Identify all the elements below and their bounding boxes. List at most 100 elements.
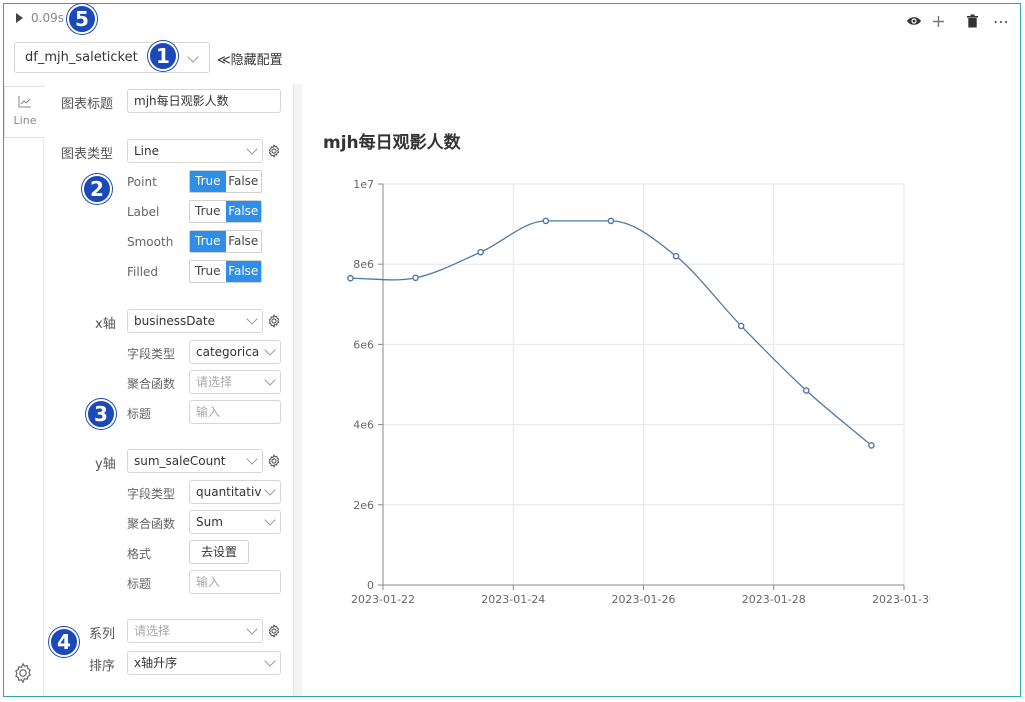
run-time: 0.09s	[31, 11, 64, 25]
series-select[interactable]: 请选择	[127, 619, 263, 643]
hide-config-link[interactable]: ≪隐藏配置	[217, 49, 283, 68]
y-title-label: 标题	[127, 577, 152, 591]
chart-title-label: 图表标题	[61, 97, 114, 112]
badge-3: 3	[86, 399, 116, 429]
x-field-type-select[interactable]: categorica	[189, 340, 281, 364]
y-agg-label: 聚合函数	[127, 517, 176, 531]
y-tick-label: 4e6	[353, 419, 374, 432]
chart-type-value: Line	[134, 144, 160, 158]
y-axis-field-select[interactable]: sum_saleCount	[127, 449, 263, 473]
data-point	[607, 217, 615, 225]
chart-title: mjh每日观影人数	[323, 133, 461, 153]
x-axis-label: x轴	[95, 317, 116, 332]
badge-1: 1	[148, 41, 178, 71]
toggle-label-true[interactable]: True	[190, 201, 226, 222]
badge-4: 4	[49, 627, 79, 657]
y-field-type-select[interactable]: quantitativ	[189, 480, 281, 504]
settings-gear-icon[interactable]	[12, 662, 34, 684]
sort-label: 排序	[89, 659, 116, 674]
data-point	[672, 252, 680, 260]
chart-type-gear-icon[interactable]	[267, 144, 281, 158]
data-point	[542, 217, 550, 225]
series-gear-icon[interactable]	[267, 624, 281, 638]
option-label-label: Label	[127, 205, 160, 219]
dataset-select-value: df_mjh_saleticket	[25, 50, 138, 65]
toggle-point-false[interactable]: False	[226, 171, 262, 192]
toggle-filled-true[interactable]: True	[190, 261, 226, 282]
badge-5: 5	[67, 4, 97, 34]
chart-type-label: 图表类型	[61, 147, 114, 162]
toggle-label[interactable]: True False	[189, 200, 262, 223]
y-title-input[interactable]: 输入	[189, 570, 281, 594]
chevron-down-icon	[264, 655, 276, 667]
x-agg-placeholder: 请选择	[196, 375, 233, 389]
y-agg-select[interactable]: Sum	[189, 510, 281, 534]
option-point-label: Point	[127, 175, 157, 189]
data-point	[803, 387, 810, 394]
x-tick-label: 2023-01-26	[612, 593, 676, 606]
chevron-down-icon	[187, 51, 199, 63]
plus-icon[interactable]	[932, 15, 945, 28]
x-tick-label: 2023-01-22	[351, 593, 415, 606]
chevron-down-icon	[264, 344, 276, 356]
config-scrollbar[interactable]	[293, 84, 302, 696]
y-axis-gear-icon[interactable]	[267, 454, 281, 468]
series-placeholder: 请选择	[134, 624, 171, 638]
toggle-smooth[interactable]: True False	[189, 230, 262, 253]
x-agg-label: 聚合函数	[127, 377, 176, 391]
toggle-point[interactable]: True False	[189, 170, 262, 193]
badge-2: 2	[82, 174, 112, 204]
x-field-type-value: categorica	[196, 345, 260, 359]
tab-line[interactable]: Line	[4, 86, 44, 138]
eye-icon[interactable]	[906, 14, 922, 28]
chevron-down-icon	[264, 374, 276, 386]
data-point	[347, 274, 354, 282]
y-tick-label: 2e6	[353, 499, 374, 512]
dataset-select[interactable]: df_mjh_saleticket	[14, 42, 210, 73]
chart-title-input[interactable]: mjh每日观影人数	[127, 89, 281, 113]
data-point	[477, 248, 484, 256]
option-smooth-label: Smooth	[127, 235, 174, 249]
line-chart-icon	[18, 96, 31, 108]
toggle-label-false[interactable]: False	[225, 201, 261, 222]
x-field-type-label: 字段类型	[127, 347, 176, 361]
y-tick-label: 1e7	[353, 178, 374, 191]
toggle-smooth-false[interactable]: False	[226, 231, 262, 252]
y-format-button[interactable]: 去设置	[189, 540, 249, 564]
toggle-point-true[interactable]: True	[190, 171, 226, 192]
y-field-type-value: quantitativ	[196, 485, 262, 499]
data-point	[868, 442, 875, 449]
chevron-down-icon	[264, 514, 276, 526]
chart-type-select[interactable]: Line	[127, 139, 263, 163]
y-axis-field-value: sum_saleCount	[134, 454, 226, 468]
more-icon[interactable]: ⋯	[993, 12, 1010, 31]
toggle-smooth-true[interactable]: True	[190, 231, 226, 252]
data-point	[412, 274, 419, 282]
y-field-type-label: 字段类型	[127, 487, 176, 501]
y-format-label: 格式	[127, 547, 152, 561]
line-chart: 0 2e6 4e6 6e6 8e6 1e7 2023-01-22 2023-01-24 2023…	[347, 178, 930, 606]
y-axis-label: y轴	[95, 457, 116, 472]
y-tick-label: 8e6	[353, 258, 374, 271]
series-line	[350, 220, 872, 446]
y-agg-value: Sum	[196, 515, 223, 529]
sort-select[interactable]: x轴升序	[127, 651, 281, 675]
x-axis-gear-icon[interactable]	[267, 314, 281, 328]
y-tick-label: 0	[367, 579, 374, 592]
series-label: 系列	[89, 627, 116, 642]
tab-strip	[4, 84, 44, 696]
x-title-input[interactable]: 输入	[189, 400, 281, 424]
toggle-filled-false[interactable]: False	[225, 261, 261, 282]
run-triangle-icon[interactable]	[16, 13, 23, 23]
x-title-label: 标题	[127, 407, 152, 421]
option-filled-label: Filled	[127, 265, 159, 279]
y-tick-label: 6e6	[353, 338, 374, 351]
chevron-down-icon	[246, 623, 258, 635]
chevron-down-icon	[246, 453, 258, 465]
sort-value: x轴升序	[134, 656, 178, 670]
x-axis-field-select[interactable]: businessDate	[127, 309, 263, 333]
x-agg-select[interactable]: 请选择	[189, 370, 281, 394]
tab-line-label: Line	[13, 114, 37, 127]
trash-icon[interactable]	[966, 14, 979, 28]
toggle-filled[interactable]: True False	[189, 260, 262, 283]
